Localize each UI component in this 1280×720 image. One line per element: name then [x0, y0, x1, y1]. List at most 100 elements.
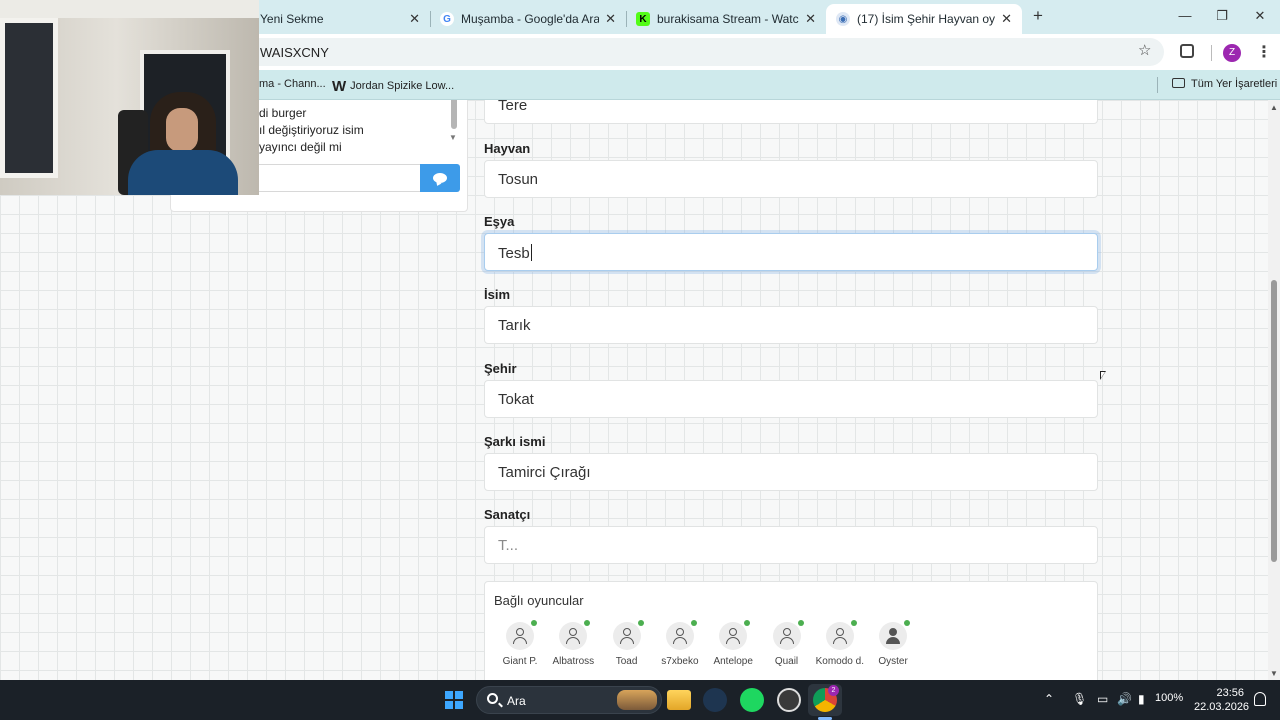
all-bookmarks-button[interactable]: Tüm Yer İşaretleri	[1172, 78, 1277, 90]
answer-input-sehir[interactable]: Tokat	[484, 380, 1098, 418]
clock-time: 23:56	[1216, 687, 1244, 699]
player-item[interactable]: Toad	[599, 620, 655, 667]
steam-icon[interactable]	[703, 688, 727, 712]
player-item[interactable]: Albatross	[545, 620, 601, 667]
tab-title: (17) İsim Şehir Hayvan oyununa	[857, 12, 996, 26]
player-name: Komodo d.	[815, 656, 864, 667]
player-item[interactable]: Komodo d.	[812, 620, 868, 667]
user-avatar-icon	[559, 620, 591, 650]
player-item[interactable]: s7xbeko	[652, 620, 708, 667]
file-explorer-icon[interactable]	[667, 690, 691, 710]
tab-google-search[interactable]: G Muşamba - Google'da Ara ✕	[430, 4, 626, 34]
url-text: WAISXCNY	[260, 45, 329, 60]
answer-input-esya[interactable]: Tesb	[484, 233, 1098, 271]
chat-bubble-icon	[433, 173, 447, 183]
answer-input-hayvan[interactable]: Tosun	[484, 160, 1098, 198]
restore-icon[interactable]: ❐	[1209, 6, 1235, 26]
player-item[interactable]: Quail	[759, 620, 815, 667]
tab-new-tab[interactable]: Yeni Sekme ✕	[250, 4, 430, 34]
avatar-head	[889, 628, 898, 636]
online-status-dot	[850, 620, 857, 626]
bookmarks-separator	[1157, 77, 1158, 93]
scrollbar-thumb[interactable]	[1271, 280, 1277, 562]
new-tab-button[interactable]: +	[1028, 6, 1048, 26]
chrome-badge: 2	[828, 685, 839, 696]
bookmark-item[interactable]: ma - Chann...	[259, 78, 326, 90]
field-label-sehir: Şehir	[484, 361, 517, 376]
online-status-dot	[531, 620, 537, 626]
webcam-person-body	[128, 150, 238, 195]
window-close-icon[interactable]: ✕	[1247, 6, 1273, 26]
address-bar[interactable]: WAISXCNY	[240, 38, 1164, 66]
microphone-icon[interactable]: 🎙	[1072, 692, 1087, 706]
webcam-ceiling	[0, 0, 259, 18]
avatar-body	[832, 637, 847, 644]
game-icon: ◉	[836, 12, 850, 26]
avatar-head	[622, 628, 631, 636]
windows-start-icon[interactable]	[445, 691, 463, 709]
field-label-hayvan: Hayvan	[484, 141, 531, 156]
avatar-head	[516, 628, 524, 636]
scroll-up-icon[interactable]: ▲	[1270, 103, 1278, 112]
spotify-icon[interactable]	[740, 688, 764, 712]
chat-message: yayıncı değil mi	[259, 140, 342, 154]
scroll-down-icon[interactable]: ▼	[1270, 669, 1278, 678]
star-icon[interactable]: ☆	[1138, 41, 1151, 59]
avatar-head	[782, 628, 791, 636]
avatar-head	[729, 628, 738, 636]
close-icon[interactable]: ✕	[805, 11, 816, 27]
answer-input-isim[interactable]: Tarık	[484, 306, 1098, 344]
online-status-dot	[637, 620, 644, 626]
notification-icon[interactable]	[1254, 692, 1266, 706]
chat-message: di burger	[259, 106, 307, 120]
google-icon: G	[440, 12, 454, 26]
speaker-icon[interactable]: 🔊	[1117, 692, 1132, 706]
tab-kick-stream[interactable]: K burakisama Stream - Watch Live ✕	[626, 4, 826, 34]
bookmark-item[interactable]: W Jordan Spizike Low...	[332, 78, 454, 95]
chat-scroll-down-icon[interactable]: ▼	[449, 133, 457, 142]
minimize-icon[interactable]: —	[1172, 6, 1198, 26]
close-icon[interactable]: ✕	[1001, 11, 1012, 27]
tab-title: Muşamba - Google'da Ara	[461, 12, 600, 26]
player-item[interactable]: Giant P.	[492, 620, 548, 667]
webcam-person-face	[166, 108, 198, 152]
chat-send-button[interactable]	[420, 164, 460, 192]
answer-input-bitki[interactable]: Tere	[484, 100, 1098, 124]
webcam-window	[0, 18, 58, 178]
taskbar-search[interactable]: Ara	[476, 686, 662, 714]
close-icon[interactable]: ✕	[605, 11, 616, 27]
chat-scrollbar[interactable]	[451, 100, 457, 129]
player-name: Giant P.	[502, 656, 538, 667]
answer-input-sarki-ismi[interactable]: Tamirci Çırağı	[484, 453, 1098, 491]
players-title: Bağlı oyuncular	[494, 593, 584, 608]
page-scrollbar[interactable]: ▲ ▼	[1268, 100, 1280, 680]
tray-chevron-up-icon[interactable]: ⌃	[1044, 692, 1054, 706]
clock[interactable]: 23:56 22.03.2026	[1194, 686, 1249, 714]
user-avatar-icon	[719, 620, 751, 650]
battery-icon[interactable]: ▮	[1138, 692, 1145, 706]
player-name: Antelope	[713, 656, 753, 667]
player-item[interactable]: Oyster	[865, 620, 921, 667]
extensions-icon[interactable]	[1180, 44, 1194, 58]
avatar-body	[726, 637, 741, 644]
tab-title: burakisama Stream - Watch Live	[657, 12, 799, 26]
field-placeholder: T...	[498, 537, 519, 554]
player-item[interactable]: Antelope	[705, 620, 761, 667]
display-icon[interactable]: ▭	[1097, 692, 1108, 706]
field-label-sanatci: Sanatçı	[484, 507, 531, 522]
field-label-isim: İsim	[484, 287, 511, 302]
user-avatar-icon	[665, 620, 697, 650]
toolbar-separator	[1211, 45, 1212, 61]
profile-avatar[interactable]: Z	[1223, 44, 1241, 62]
mouse-cursor-icon	[1100, 371, 1106, 380]
tab-game[interactable]: ◉ (17) İsim Şehir Hayvan oyununa ✕	[826, 4, 1022, 34]
kick-icon: K	[636, 12, 650, 26]
answer-input-sanatci[interactable]: T...	[484, 526, 1098, 564]
obs-icon[interactable]	[777, 688, 801, 712]
chat-message: ıl değiştiriyoruz isim	[259, 123, 364, 137]
field-value: Tamirci Çırağı	[498, 464, 591, 481]
field-value: Tosun	[498, 171, 539, 188]
close-icon[interactable]: ✕	[409, 11, 420, 27]
taskbar: Ara 2 ⌃ 🎙 ▭ 🔊 ▮ 100% 23:56 22.03.2026	[0, 680, 1280, 720]
menu-icon[interactable]: ⋮	[1256, 42, 1272, 62]
